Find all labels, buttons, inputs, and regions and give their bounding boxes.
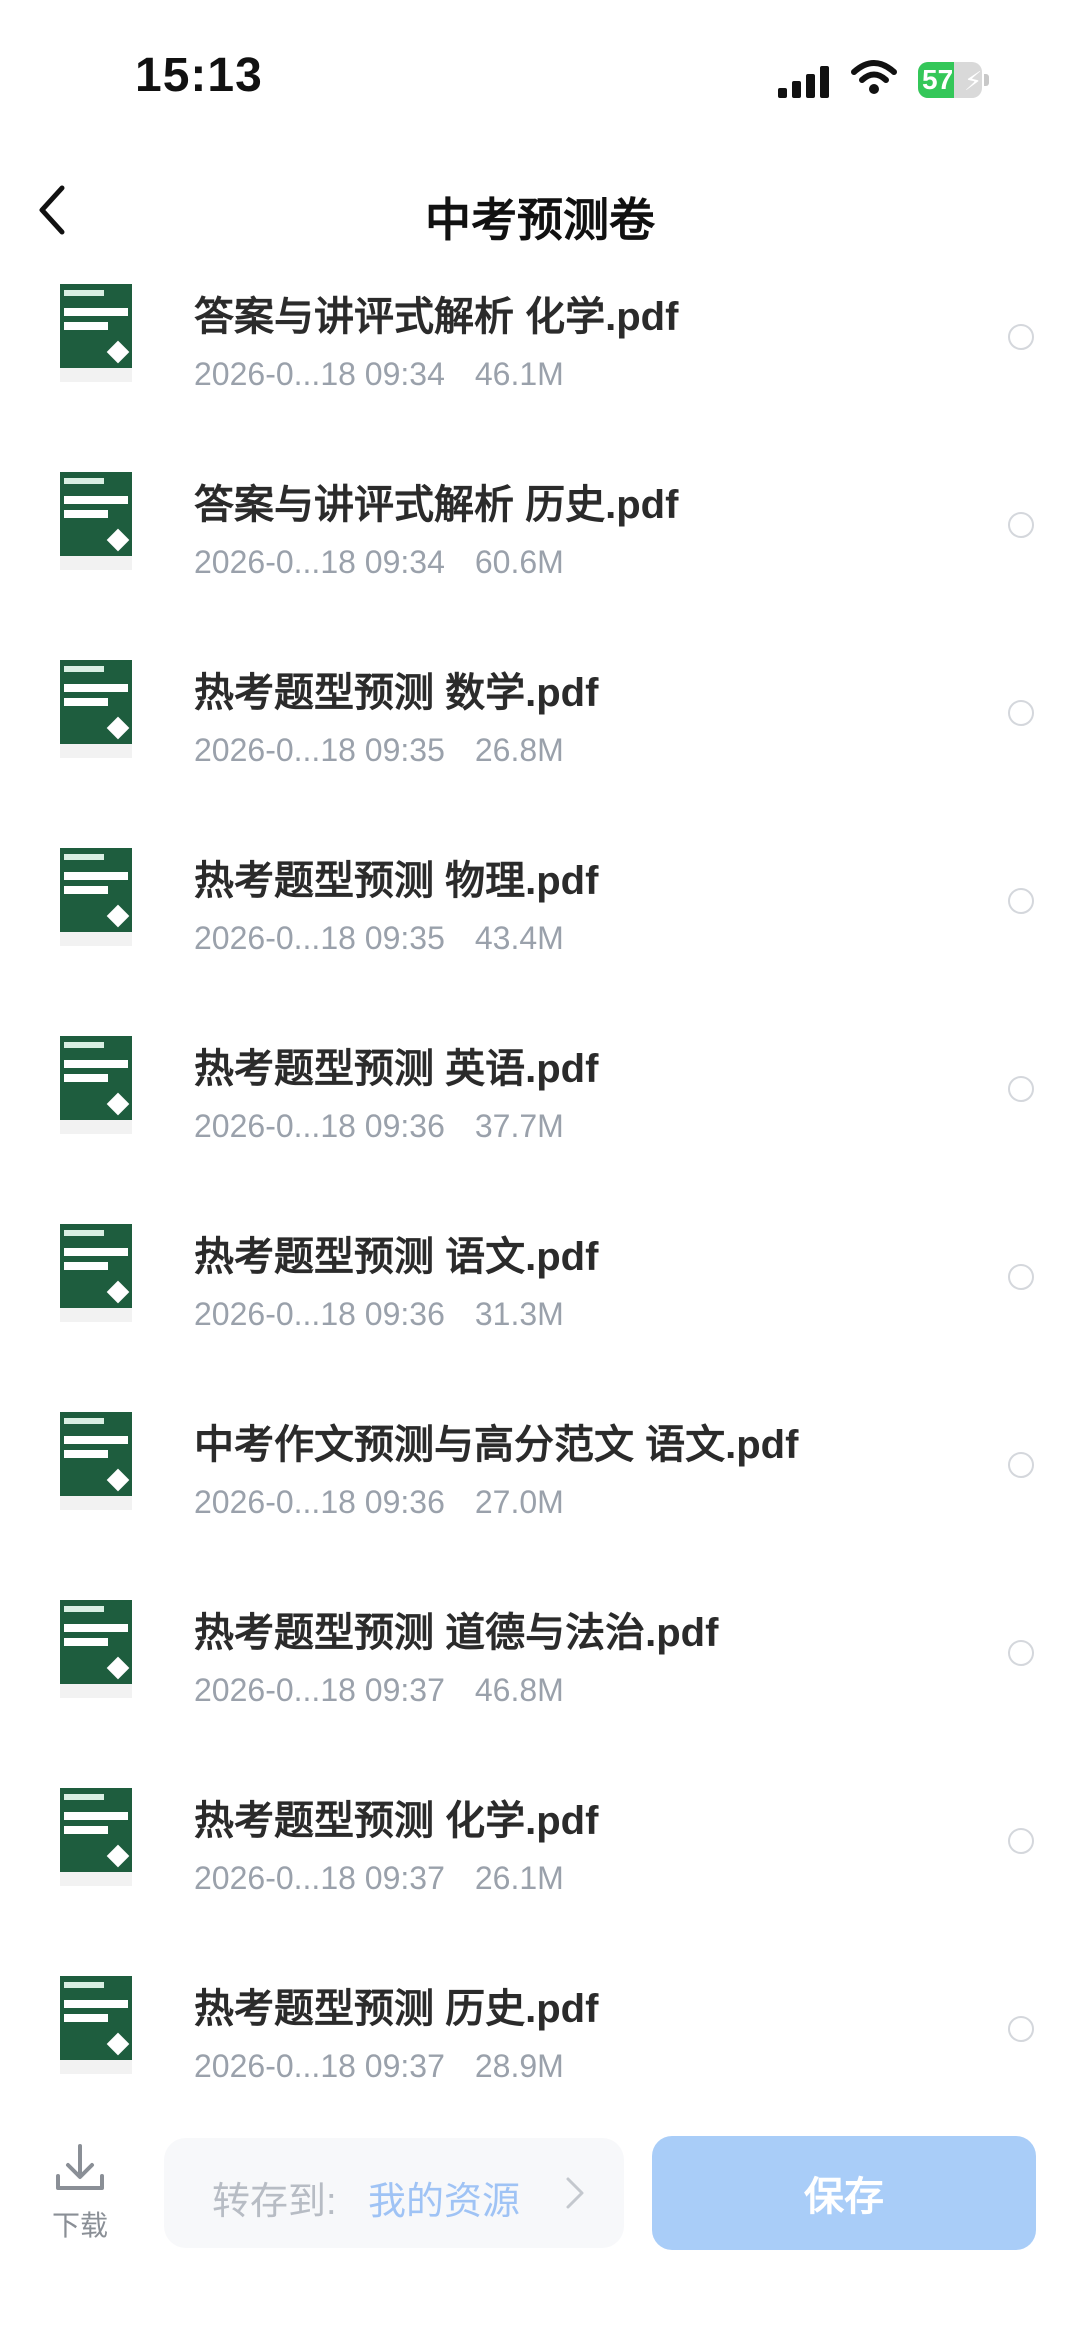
battery-icon: 57 ⚡ <box>918 62 990 98</box>
list-item[interactable]: 答案与讲评式解析 化学.pdf 2026-0...18 09:34 46.1M <box>0 268 1080 456</box>
nav-bar: 中考预测卷 <box>0 160 1080 260</box>
file-size: 28.9M <box>474 2048 564 2084</box>
battery-percent: 57 <box>922 64 954 95</box>
file-name: 热考题型预测 道德与法治.pdf <box>194 1611 719 1655</box>
list-item[interactable]: 热考题型预测 英语.pdf 2026-0...18 09:36 37.7M <box>0 1020 1080 1208</box>
file-date: 2026-0...18 09:36 <box>194 1108 445 1144</box>
file-meta: 2026-0...18 09:36 37.7M <box>194 1108 564 1145</box>
pdf-thumbnail <box>60 1600 132 1698</box>
list-item[interactable]: 热考题型预测 道德与法治.pdf 2026-0...18 09:37 46.8M <box>0 1584 1080 1772</box>
list-item[interactable]: 热考题型预测 物理.pdf 2026-0...18 09:35 43.4M <box>0 832 1080 1020</box>
select-radio[interactable] <box>1008 2016 1034 2042</box>
file-size: 31.3M <box>474 1296 564 1332</box>
download-button[interactable]: 下载 <box>40 2140 120 2260</box>
file-date: 2026-0...18 09:37 <box>194 2048 445 2084</box>
select-radio[interactable] <box>1008 1640 1034 1666</box>
status-bar: 15:13 57 ⚡ <box>0 0 1080 150</box>
file-name: 热考题型预测 英语.pdf <box>194 1047 599 1091</box>
file-meta: 2026-0...18 09:35 43.4M <box>194 920 564 957</box>
pdf-thumbnail <box>60 472 132 570</box>
wifi-icon <box>851 60 897 94</box>
file-meta: 2026-0...18 09:34 60.6M <box>194 544 564 581</box>
pdf-thumbnail <box>60 660 132 758</box>
list-item[interactable]: 热考题型预测 数学.pdf 2026-0...18 09:35 26.8M <box>0 644 1080 832</box>
file-name: 热考题型预测 物理.pdf <box>194 859 599 903</box>
file-date: 2026-0...18 09:36 <box>194 1296 445 1332</box>
status-time: 15:13 <box>135 49 263 102</box>
file-name: 答案与讲评式解析 历史.pdf <box>194 483 679 527</box>
file-size: 26.1M <box>474 1860 564 1896</box>
chevron-left-icon[interactable] <box>30 180 80 240</box>
pdf-thumbnail <box>60 1224 132 1322</box>
download-icon <box>56 2144 104 2190</box>
select-radio[interactable] <box>1008 1452 1034 1478</box>
select-radio[interactable] <box>1008 512 1034 538</box>
download-label: 下载 <box>51 2210 108 2241</box>
select-radio[interactable] <box>1008 1264 1034 1290</box>
file-name: 热考题型预测 数学.pdf <box>194 671 599 715</box>
select-radio[interactable] <box>1008 324 1034 350</box>
file-date: 2026-0...18 09:36 <box>194 1484 445 1520</box>
file-name: 热考题型预测 语文.pdf <box>194 1235 599 1279</box>
pdf-thumbnail <box>60 1976 132 2074</box>
chevron-right-icon <box>566 2177 584 2209</box>
file-size: 26.8M <box>474 732 564 768</box>
file-date: 2026-0...18 09:35 <box>194 732 445 768</box>
file-date: 2026-0...18 09:34 <box>194 356 445 392</box>
list-item[interactable]: 答案与讲评式解析 历史.pdf 2026-0...18 09:34 60.6M <box>0 456 1080 644</box>
file-name: 热考题型预测 化学.pdf <box>194 1799 599 1843</box>
file-size: 46.8M <box>474 1672 564 1708</box>
pdf-thumbnail <box>60 848 132 946</box>
pdf-thumbnail <box>60 1036 132 1134</box>
save-button[interactable]: 保存 <box>652 2136 1036 2250</box>
file-name: 中考作文预测与高分范文 语文.pdf <box>194 1423 799 1467</box>
select-radio[interactable] <box>1008 1076 1034 1102</box>
select-radio[interactable] <box>1008 1828 1034 1854</box>
file-size: 37.7M <box>474 1108 564 1144</box>
charging-bolt-icon: ⚡ <box>964 66 982 96</box>
pdf-thumbnail <box>60 1788 132 1886</box>
file-date: 2026-0...18 09:37 <box>194 1672 445 1708</box>
list-item[interactable]: 热考题型预测 历史.pdf 2026-0...18 09:37 28.9M <box>0 1960 1080 2088</box>
save-to-selector[interactable]: 转存到: 我的资源 <box>164 2138 624 2248</box>
file-meta: 2026-0...18 09:37 46.8M <box>194 1672 564 1709</box>
file-size: 46.1M <box>474 356 564 392</box>
page-title: 中考预测卷 <box>425 194 655 246</box>
list-item[interactable]: 热考题型预测 语文.pdf 2026-0...18 09:36 31.3M <box>0 1208 1080 1396</box>
file-date: 2026-0...18 09:37 <box>194 1860 445 1896</box>
select-radio[interactable] <box>1008 888 1034 914</box>
list-item[interactable]: 热考题型预测 化学.pdf 2026-0...18 09:37 26.1M <box>0 1772 1080 1960</box>
pdf-thumbnail <box>60 284 132 382</box>
list-item[interactable]: 中考作文预测与高分范文 语文.pdf 2026-0...18 09:36 27.0M <box>0 1396 1080 1584</box>
file-meta: 2026-0...18 09:37 26.1M <box>194 1860 564 1897</box>
pdf-thumbnail <box>60 1412 132 1510</box>
file-date: 2026-0...18 09:34 <box>194 544 445 580</box>
file-meta: 2026-0...18 09:37 28.9M <box>194 2048 564 2085</box>
file-meta: 2026-0...18 09:36 27.0M <box>194 1484 564 1521</box>
save-to-destination: 我的资源 <box>368 2181 521 2223</box>
file-meta: 2026-0...18 09:34 46.1M <box>194 356 564 393</box>
signal-icon <box>778 66 829 98</box>
file-name: 答案与讲评式解析 化学.pdf <box>194 295 679 339</box>
file-meta: 2026-0...18 09:35 26.8M <box>194 732 564 769</box>
file-name: 热考题型预测 历史.pdf <box>194 1987 599 2031</box>
file-date: 2026-0...18 09:35 <box>194 920 445 956</box>
save-to-label: 转存到: <box>212 2181 337 2223</box>
file-meta: 2026-0...18 09:36 31.3M <box>194 1296 564 1333</box>
select-radio[interactable] <box>1008 700 1034 726</box>
file-size: 43.4M <box>474 920 564 956</box>
bottom-bar: 下载 转存到: 我的资源 保存 <box>0 2110 1080 2341</box>
file-size: 27.0M <box>474 1484 564 1520</box>
file-list[interactable]: 答案与讲评式解析 化学.pdf 2026-0...18 09:34 46.1M 答案与… <box>0 268 1080 2088</box>
file-size: 60.6M <box>474 544 564 580</box>
